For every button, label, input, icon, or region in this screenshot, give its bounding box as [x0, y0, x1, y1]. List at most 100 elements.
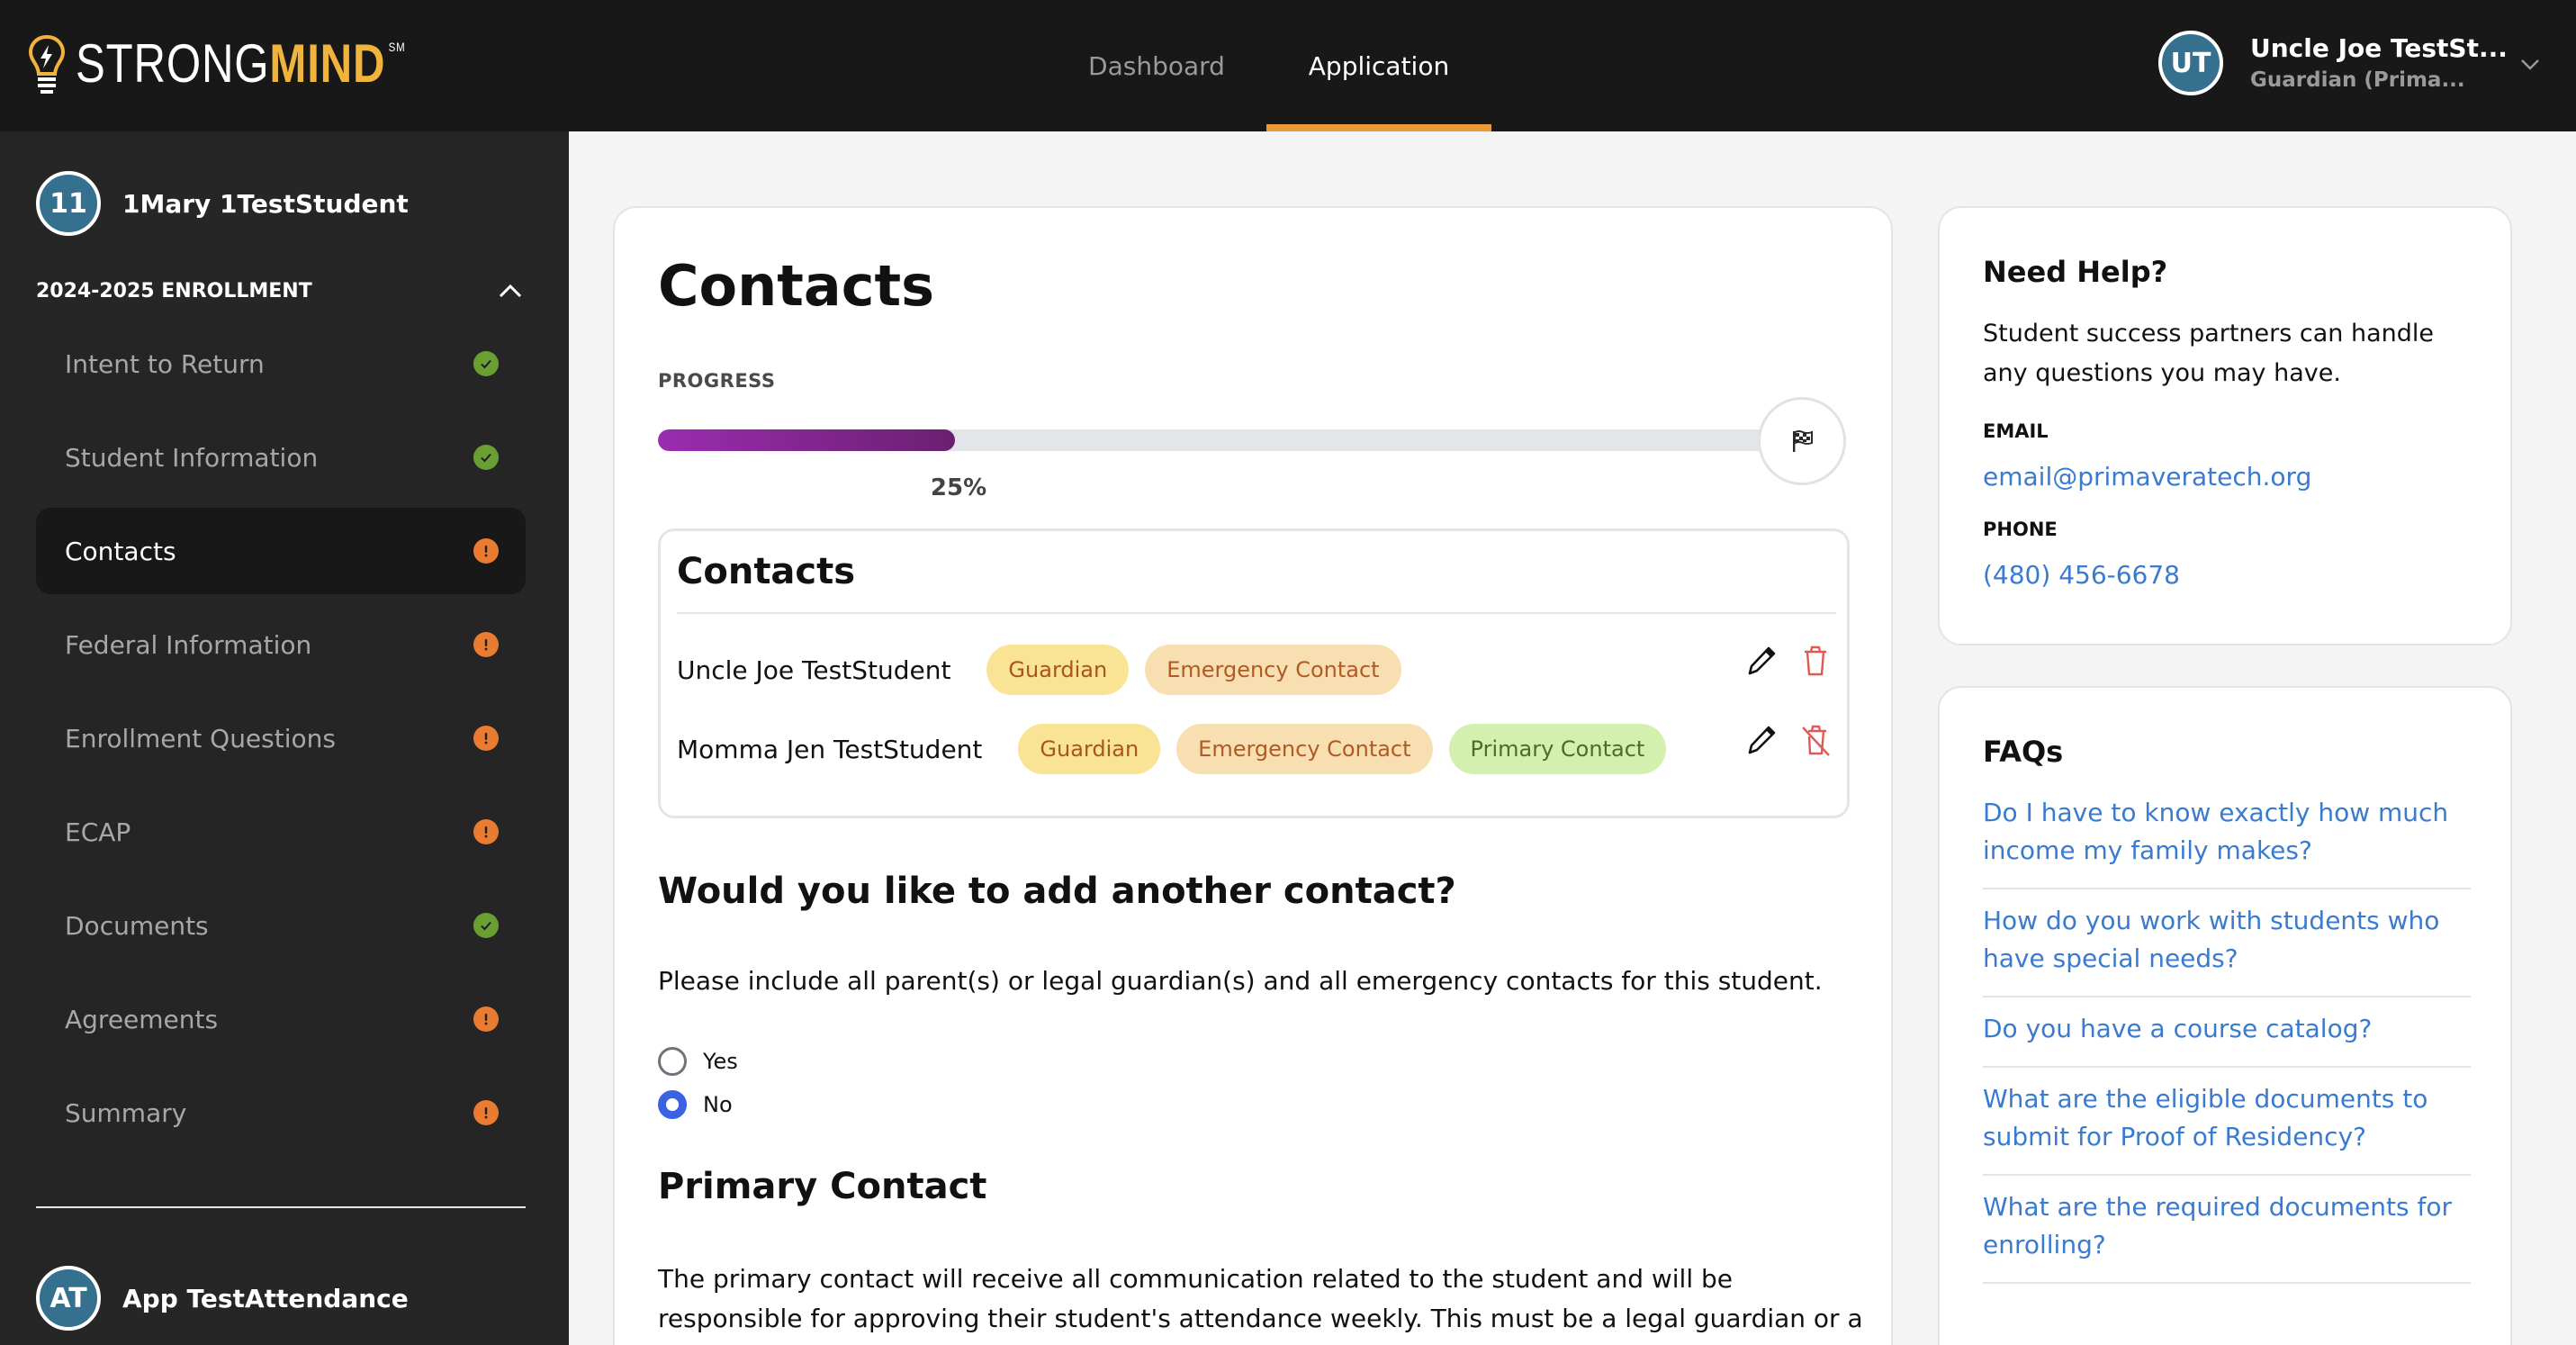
active-tab-indicator [1266, 124, 1491, 131]
sidebar-divider [36, 1206, 526, 1208]
faq-link[interactable]: Do you have a course catalog? [1983, 997, 2471, 1068]
progress-bar-fill [658, 429, 955, 451]
checkered-flag-icon [1793, 430, 1813, 452]
sidebar-item-student-information[interactable]: Student Information [36, 414, 526, 501]
sidebar-item-enrollment-questions[interactable]: Enrollment Questions [36, 695, 526, 781]
radio-option-no[interactable]: No [658, 1090, 733, 1119]
enrollment-section-title: 2024-2025 ENROLLMENT [36, 279, 312, 302]
contacts-list-title: Contacts [677, 551, 856, 592]
exclamation-circle-icon [473, 1006, 499, 1032]
contact-name: Uncle Joe TestStudent [677, 654, 951, 685]
faq-link[interactable]: What are the required documents for enro… [1983, 1176, 2471, 1284]
guardian-badge: Guardian [1018, 724, 1161, 774]
contact-row: Uncle Joe TestStudent Guardian Emergency… [677, 645, 1836, 695]
faq-list: Do I have to know exactly how much incom… [1983, 781, 2471, 1284]
logo-mind: MIND [269, 33, 386, 94]
radio-label: No [703, 1092, 733, 1117]
sidebar-item-summary[interactable]: Summary [36, 1070, 526, 1156]
sidebar-item-agreements[interactable]: Agreements [36, 976, 526, 1062]
top-header: STRONG MIND SM Dashboard Application UT Un… [0, 0, 2576, 131]
enrollment-section-header[interactable]: 2024-2025 ENROLLMENT [36, 275, 526, 306]
contact-name: Momma Jen TestStudent [677, 734, 983, 764]
progress-label: PROGRESS [658, 370, 776, 392]
exclamation-circle-icon [473, 819, 499, 844]
contacts-divider [677, 612, 1836, 614]
faqs-title: FAQs [1983, 735, 2064, 769]
sidebar-item-label: Intent to Return [65, 348, 265, 379]
pencil-edit-icon[interactable] [1746, 724, 1777, 756]
trash-delete-icon[interactable] [1800, 645, 1831, 677]
sidebar-item-label: Agreements [65, 1004, 219, 1034]
nav-tab-label: Dashboard [1088, 50, 1225, 81]
phone-link[interactable]: (480) 456-6678 [1983, 560, 2467, 590]
sidebar-item-contacts[interactable]: Contacts [36, 508, 526, 594]
student-avatar: 11 [36, 171, 101, 236]
user-name: Uncle Joe TestSt... [2250, 33, 2508, 63]
student-name: 1Mary 1TestStudent [122, 188, 409, 219]
guardian-badge: Guardian [986, 645, 1130, 695]
user-role: Guardian (Prima... [2250, 68, 2465, 92]
student-name: App TestAttendance [122, 1283, 409, 1313]
email-link[interactable]: email@primaveratech.org [1983, 462, 2467, 492]
radio-label: Yes [703, 1049, 738, 1074]
check-circle-icon [473, 913, 499, 938]
sidebar-item-label: Contacts [65, 536, 176, 566]
help-description: Student success partners can handle any … [1983, 320, 2435, 387]
sidebar-item-label: Enrollment Questions [65, 723, 336, 754]
nav-tab-application[interactable]: Application [1266, 0, 1491, 131]
user-avatar: UT [2158, 31, 2223, 95]
sidebar-item-ecap[interactable]: ECAP [36, 789, 526, 875]
sidebar-item-label: Documents [65, 910, 209, 941]
primary-contact-badge: Primary Contact [1448, 724, 1667, 774]
exclamation-circle-icon [473, 1100, 499, 1125]
exclamation-circle-icon [473, 538, 499, 564]
student-selector[interactable]: 11 1Mary 1TestStudent [36, 171, 409, 236]
user-menu[interactable]: UT Uncle Joe TestSt... Guardian (Prima..… [2158, 31, 2508, 95]
faqs-card: FAQs Do I have to know exactly how much … [1938, 686, 2512, 1345]
check-circle-icon [473, 351, 499, 376]
enrollment-steps: Intent to Return Student Information Con… [36, 320, 526, 1163]
chevron-up-icon[interactable] [495, 275, 526, 306]
trash-disabled-icon [1802, 725, 1830, 756]
radio-yes[interactable] [658, 1047, 687, 1076]
sidebar-item-label: Federal Information [65, 629, 312, 660]
sidebar-item-label: ECAP [65, 817, 131, 847]
sidebar: 11 1Mary 1TestStudent 2024-2025 ENROLLME… [0, 131, 569, 1345]
faq-link[interactable]: Do I have to know exactly how much incom… [1983, 781, 2471, 889]
email-label: EMAIL [1983, 420, 2049, 442]
exclamation-circle-icon [473, 726, 499, 751]
faq-link[interactable]: How do you work with students who have s… [1983, 889, 2471, 997]
radio-no[interactable] [658, 1090, 687, 1119]
add-contact-question: Would you like to add another contact? [658, 871, 1456, 912]
logo-service-mark: SM [388, 40, 406, 54]
sidebar-item-documents[interactable]: Documents [36, 882, 526, 969]
finish-marker [1758, 397, 1846, 485]
sidebar-item-label: Student Information [65, 442, 319, 473]
primary-contact-heading: Primary Contact [658, 1166, 987, 1207]
logo-wordmark: STRONG MIND SM [76, 37, 406, 91]
nav-tab-dashboard[interactable]: Dashboard [1067, 0, 1247, 131]
chevron-down-icon[interactable] [2517, 50, 2544, 77]
emergency-contact-badge: Emergency Contact [1145, 645, 1401, 695]
contacts-form-card: Contacts PROGRESS 25% Contacts Uncle Joe… [613, 206, 1893, 1345]
progress-bar [658, 429, 1846, 451]
emergency-contact-badge: Emergency Contact [1176, 724, 1433, 774]
sidebar-item-label: Summary [65, 1097, 187, 1128]
radio-option-yes[interactable]: Yes [658, 1047, 738, 1076]
phone-label: PHONE [1983, 519, 2058, 540]
add-contact-description: Please include all parent(s) or legal gu… [658, 966, 1823, 996]
faq-link[interactable]: What are the eligible documents to submi… [1983, 1068, 2471, 1176]
check-circle-icon [473, 445, 499, 470]
need-help-card: Need Help? Student success partners can … [1938, 206, 2512, 645]
sidebar-item-federal-information[interactable]: Federal Information [36, 601, 526, 688]
strongmind-logo[interactable]: STRONG MIND SM [27, 32, 478, 95]
nav-tab-label: Application [1308, 50, 1450, 81]
contact-row: Momma Jen TestStudent Guardian Emergency… [677, 724, 1836, 774]
pencil-edit-icon[interactable] [1746, 645, 1777, 677]
other-student-selector[interactable]: AT App TestAttendance [36, 1266, 409, 1331]
logo-strong: STRONG [76, 33, 270, 94]
student-avatar: AT [36, 1266, 101, 1331]
sidebar-item-intent-to-return[interactable]: Intent to Return [36, 320, 526, 407]
contacts-list-box: Contacts Uncle Joe TestStudent Guardian … [658, 528, 1850, 818]
help-title: Need Help? [1983, 255, 2168, 289]
